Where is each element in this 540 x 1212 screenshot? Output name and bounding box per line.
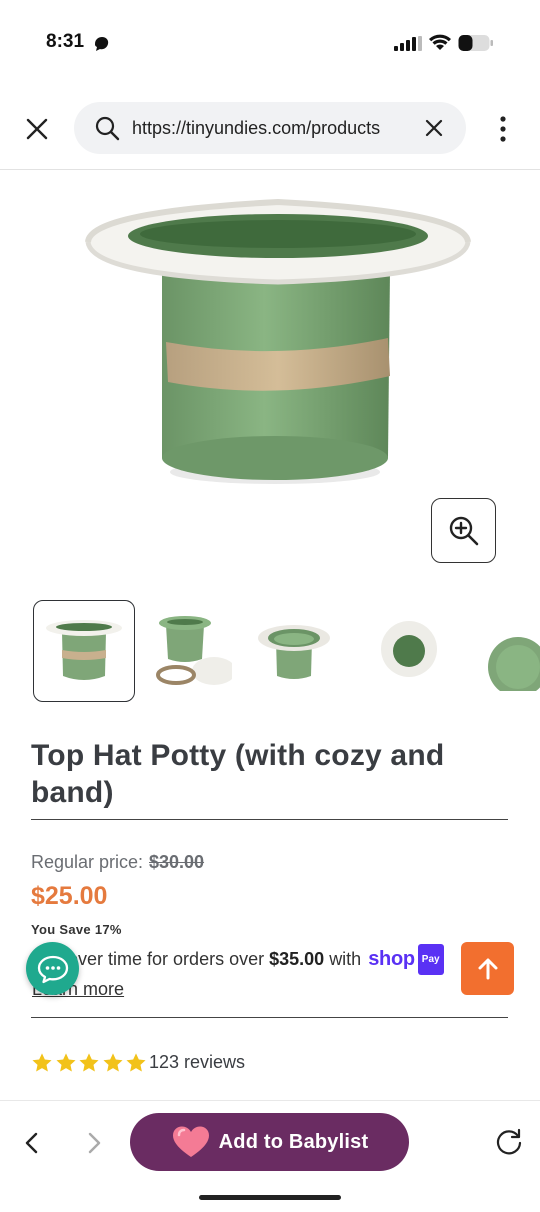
regular-price-label: Regular price: [31, 852, 144, 872]
focus-mode-icon [95, 37, 109, 51]
chevron-right-icon[interactable] [84, 1131, 104, 1155]
installments-amount: $35.00 [269, 949, 325, 969]
product-title: Top Hat Potty (with cozy and band) [31, 739, 445, 809]
thumbnail-image [156, 616, 232, 685]
review-count[interactable]: 123 reviews [149, 1052, 245, 1073]
bottom-toolbar: Add to Babylist [0, 1100, 540, 1212]
status-bar: 8:31 [0, 0, 540, 88]
babylist-button-label: Add to Babylist [218, 1130, 369, 1153]
more-vert-icon[interactable] [496, 114, 510, 144]
chat-icon [37, 955, 68, 983]
star-rating[interactable] [31, 1051, 149, 1075]
reload-icon[interactable] [494, 1127, 524, 1157]
star-icon [79, 1053, 99, 1072]
chevron-left-icon[interactable] [22, 1131, 42, 1155]
wifi-icon [429, 34, 451, 50]
zoom-in-icon [449, 516, 478, 545]
chat-button[interactable] [26, 942, 79, 995]
zoom-button[interactable] [431, 498, 496, 563]
search-icon [95, 116, 120, 141]
thumbnail-4[interactable] [348, 600, 450, 702]
shop-pay-installments: Pay over time for orders over $35.00 wit… [32, 944, 452, 1004]
divider [31, 819, 508, 820]
url-text[interactable]: https://tinyundies.com/products [132, 118, 416, 139]
product-main-image[interactable] [70, 190, 480, 500]
star-icon [126, 1053, 146, 1072]
pay-badge: Pay [417, 944, 444, 975]
heart-icon [172, 1126, 209, 1157]
arrow-up-icon [478, 958, 497, 979]
status-time: 8:31 [46, 31, 85, 52]
you-save-label: You Save 17% [31, 922, 122, 937]
thumbnail-3[interactable] [243, 600, 345, 702]
thumbnail-image [381, 621, 437, 677]
scroll-to-top-button[interactable] [461, 942, 514, 995]
installments-with: with [329, 949, 362, 969]
battery-icon [458, 35, 493, 51]
star-icon [102, 1053, 123, 1072]
regular-price: $30.00 [149, 852, 205, 872]
thumbnail-1[interactable] [33, 600, 135, 702]
close-icon[interactable] [24, 116, 50, 142]
home-indicator[interactable] [199, 1195, 341, 1200]
divider [31, 1017, 508, 1018]
address-bar[interactable]: https://tinyundies.com/products [74, 102, 466, 154]
browser-toolbar: https://tinyundies.com/products [0, 100, 540, 170]
thumbnail-strip [0, 598, 540, 706]
clear-url-icon[interactable] [424, 118, 444, 138]
star-icon [55, 1053, 76, 1072]
shop-pay-logo: shop [368, 948, 415, 970]
star-icon [32, 1053, 52, 1072]
thumbnail-2[interactable] [136, 600, 238, 702]
thumbnail-image [488, 637, 540, 691]
thumbnail-image [258, 625, 330, 679]
thumbnail-image [46, 620, 122, 680]
thumbnail-5[interactable] [455, 600, 540, 702]
sale-price: $25.00 [31, 882, 108, 910]
cellular-signal-icon [394, 36, 422, 51]
add-to-babylist-button[interactable]: Add to Babylist [130, 1113, 409, 1171]
